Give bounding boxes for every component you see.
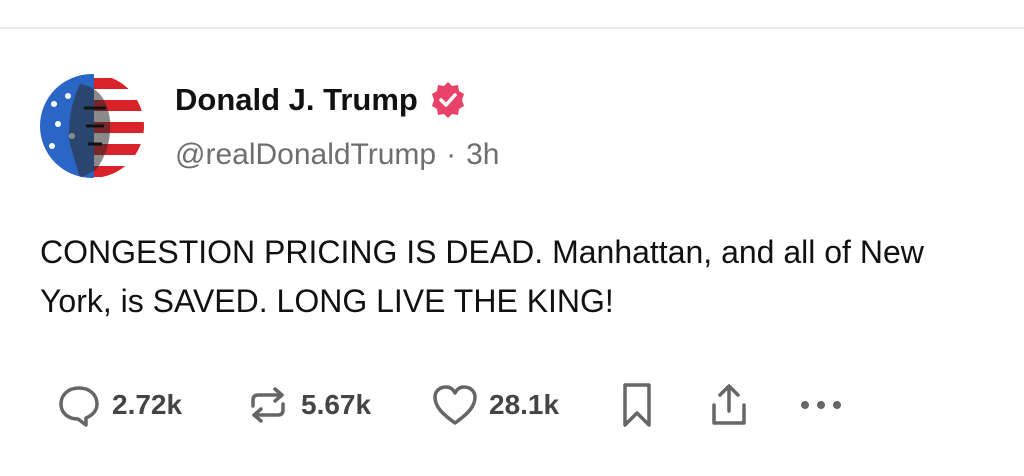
reply-count: 2.72k xyxy=(112,389,183,420)
avatar[interactable] xyxy=(40,74,144,178)
repost-button[interactable]: 5.67k xyxy=(245,382,431,428)
post-text: CONGESTION PRICING IS DEAD. Manhattan, a… xyxy=(40,234,924,319)
post-timestamp[interactable]: 3h xyxy=(466,138,499,171)
repost-icon xyxy=(245,382,291,428)
author-name-row: Donald J. Trump xyxy=(175,80,468,120)
author-display-name[interactable]: Donald J. Trump xyxy=(175,82,418,118)
verified-badge-icon xyxy=(428,80,468,120)
repost-count: 5.67k xyxy=(301,389,372,420)
bookmark-icon xyxy=(617,381,657,429)
top-divider xyxy=(0,27,1024,29)
share-icon xyxy=(707,381,751,429)
like-count: 28.1k xyxy=(489,389,560,420)
post-meta: @realDonaldTrump · 3h xyxy=(175,138,499,172)
reply-icon xyxy=(56,382,102,428)
action-bar: 2.72k 5.67k 28.1k xyxy=(56,380,845,430)
meta-separator: · xyxy=(446,138,457,171)
more-options-button[interactable] xyxy=(797,395,845,415)
like-icon xyxy=(431,382,479,428)
author-handle[interactable]: @realDonaldTrump xyxy=(175,138,436,171)
share-button[interactable] xyxy=(707,381,797,429)
more-icon xyxy=(797,395,845,415)
like-button[interactable]: 28.1k xyxy=(431,382,617,428)
reply-button[interactable]: 2.72k xyxy=(56,382,245,428)
bookmark-button[interactable] xyxy=(617,381,707,429)
